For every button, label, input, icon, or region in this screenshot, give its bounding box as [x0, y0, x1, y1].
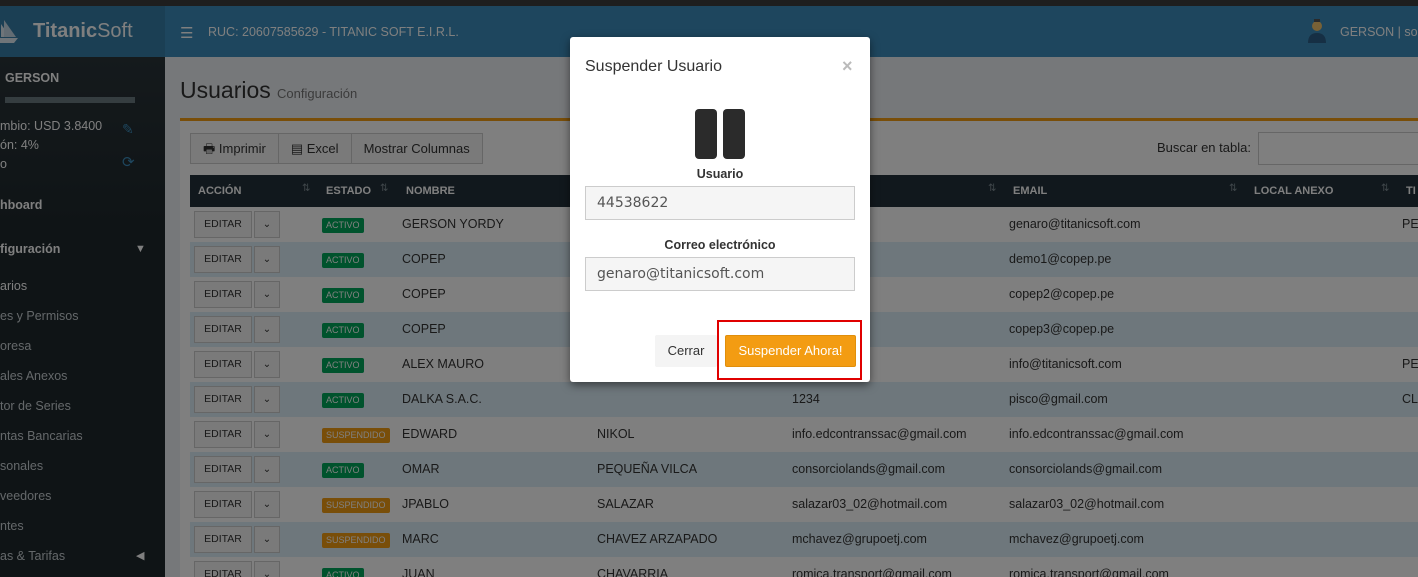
pause-icon: [695, 109, 745, 159]
close-icon[interactable]: ×: [842, 56, 853, 77]
usuario-label: Usuario: [696, 167, 744, 181]
email-label: Correo electrónico: [664, 238, 776, 252]
email-field[interactable]: [585, 257, 855, 291]
highlight-box: [717, 320, 862, 380]
cancel-button[interactable]: Cerrar: [655, 335, 717, 367]
modal-title: Suspender Usuario: [585, 58, 722, 75]
usuario-field[interactable]: [585, 186, 855, 220]
